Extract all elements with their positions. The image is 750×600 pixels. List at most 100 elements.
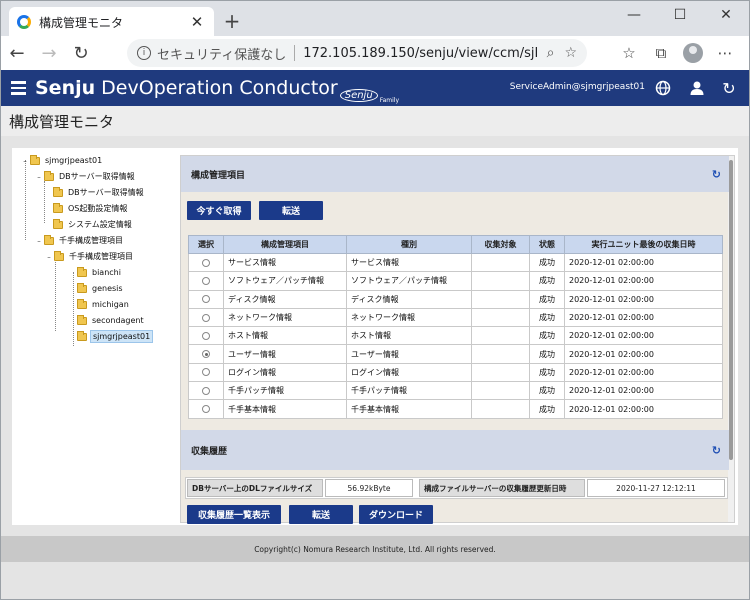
- tree-node-db-group[interactable]: – DBサーバー取得情報: [35, 170, 137, 183]
- target-cell: [471, 271, 530, 291]
- row-radio-button[interactable]: [202, 331, 210, 340]
- history-list-button[interactable]: 収集履歴一覧表示: [187, 505, 281, 524]
- back-icon[interactable]: ←: [1, 39, 33, 67]
- folder-icon: [53, 186, 63, 197]
- status-cell: 成功: [529, 362, 565, 383]
- copyright-text: Copyright(c) Nomura Research Institute, …: [254, 544, 496, 554]
- minimize-icon[interactable]: —: [611, 1, 657, 29]
- refresh-icon[interactable]: ↻: [712, 444, 721, 457]
- tree-node-root[interactable]: – sjmgrjpeast01: [21, 154, 104, 167]
- collapse-icon[interactable]: –: [35, 237, 43, 245]
- row-radio-button[interactable]: [202, 350, 210, 359]
- table-row[interactable]: サービス情報 サービス情報 成功 2020-12-01 02:00:00: [188, 252, 723, 273]
- address-bar[interactable]: i セキュリティ保護なし 172.105.189.150/senju/view/…: [127, 39, 587, 67]
- brand-family: Family: [379, 97, 399, 104]
- chrome-favicon-icon: [17, 15, 31, 29]
- row-radio-button[interactable]: [202, 405, 210, 414]
- tree-node-host[interactable]: bianchi: [77, 266, 123, 279]
- refresh-icon[interactable]: ↻: [719, 78, 739, 98]
- tree-node-manual-group[interactable]: – 千手構成管理項目: [35, 234, 125, 247]
- maximize-icon[interactable]: ☐: [657, 1, 703, 29]
- table-row[interactable]: ログイン情報 ログイン情報 成功 2020-12-01 02:00:00: [188, 362, 723, 383]
- tree-node-host[interactable]: genesis: [77, 282, 125, 295]
- table-row[interactable]: 千手パッチ情報 千手パッチ情報 成功 2020-12-01 02:00:00: [188, 381, 723, 401]
- update-date-label: 構成ファイルサーバーの収集履歴更新日時: [419, 479, 585, 497]
- security-label: セキュリティ保護なし: [157, 47, 287, 63]
- globe-icon[interactable]: [653, 78, 673, 98]
- tree-node-manual-sub[interactable]: – 千手構成管理項目: [45, 250, 135, 263]
- tab-close-icon[interactable]: ✕: [188, 13, 206, 31]
- collapse-icon[interactable]: –: [45, 253, 53, 261]
- url-text[interactable]: 172.105.189.150/senju/view/ccm/sjI...: [303, 46, 536, 61]
- profile-avatar[interactable]: [677, 40, 709, 66]
- type-cell: ユーザー情報: [346, 344, 472, 364]
- item-cell: ユーザー情報: [223, 344, 347, 364]
- new-tab-icon[interactable]: +: [221, 9, 243, 33]
- download-button[interactable]: ダウンロード: [359, 505, 433, 524]
- collections-icon[interactable]: ⧉: [645, 40, 677, 66]
- scrollbar-thumb[interactable]: [729, 160, 733, 460]
- date-cell: 2020-12-01 02:00:00: [564, 289, 723, 309]
- favorites-icon[interactable]: ☆: [613, 40, 645, 66]
- zoom-icon[interactable]: ⌕: [547, 45, 555, 61]
- forward-icon[interactable]: →: [33, 39, 65, 67]
- type-cell: ソフトウェア／パッチ情報: [346, 271, 472, 291]
- divider: [294, 45, 296, 61]
- table-row[interactable]: ネットワーク情報 ネットワーク情報 成功 2020-12-01 02:00:00: [188, 307, 723, 328]
- row-radio-button[interactable]: [202, 368, 210, 377]
- hamburger-menu-icon[interactable]: [1, 70, 35, 106]
- update-date-value: 2020-11-27 12:12:11: [587, 479, 725, 497]
- history-info-row: DBサーバー上のDLファイルサイズ 56.92kByte 構成ファイルサーバーの…: [185, 477, 728, 499]
- page-body: – sjmgrjpeast01 – DBサーバー取得情報 DBサーバー取得情報 …: [0, 136, 750, 536]
- row-radio-button[interactable]: [202, 313, 210, 322]
- select-cell: [188, 289, 224, 309]
- browser-tab[interactable]: 構成管理モニタ ✕: [9, 7, 214, 37]
- select-cell: [188, 252, 224, 273]
- target-cell: [471, 307, 530, 328]
- row-radio-button[interactable]: [202, 276, 210, 285]
- dl-size-label: DBサーバー上のDLファイルサイズ: [187, 479, 323, 497]
- table-row[interactable]: ホスト情報 ホスト情報 成功 2020-12-01 02:00:00: [188, 326, 723, 346]
- user-icon[interactable]: [687, 78, 707, 98]
- browser-toolbar: ← → ↻ i セキュリティ保護なし 172.105.189.150/senju…: [0, 36, 750, 70]
- history-transfer-button[interactable]: 転送: [289, 505, 353, 524]
- tree-node-host[interactable]: secondagent: [77, 314, 146, 327]
- folder-icon: [77, 330, 87, 341]
- row-radio-button[interactable]: [202, 295, 210, 304]
- item-cell: ネットワーク情報: [223, 307, 347, 328]
- tree-node-host[interactable]: michigan: [77, 298, 131, 311]
- info-icon[interactable]: i: [137, 46, 151, 60]
- item-cell: ログイン情報: [223, 362, 347, 383]
- window-close-icon[interactable]: ✕: [703, 1, 749, 29]
- tab-title: 構成管理モニタ: [39, 15, 124, 30]
- refresh-icon[interactable]: ↻: [712, 168, 721, 181]
- folder-icon: [44, 234, 54, 245]
- collapse-icon[interactable]: –: [21, 157, 29, 165]
- folder-icon: [77, 298, 87, 309]
- row-radio-button[interactable]: [202, 258, 210, 267]
- tree-node-host-selected[interactable]: sjmgrjpeast01: [77, 330, 154, 343]
- transfer-button[interactable]: 転送: [259, 201, 323, 220]
- browser-tools: ☆ ⧉ ⋯: [613, 40, 741, 66]
- tree-node-db-item[interactable]: OS起動設定情報: [53, 202, 129, 215]
- more-menu-icon[interactable]: ⋯: [709, 40, 741, 66]
- item-cell: 千手パッチ情報: [223, 381, 347, 401]
- select-cell: [188, 271, 224, 291]
- tree-node-db-item[interactable]: システム設定情報: [53, 218, 134, 231]
- favorite-star-icon[interactable]: ☆: [564, 45, 577, 61]
- status-cell: 成功: [529, 326, 565, 346]
- reload-icon[interactable]: ↻: [65, 39, 97, 67]
- table-row[interactable]: 千手基本情報 千手基本情報 成功 2020-12-01 02:00:00: [188, 399, 723, 419]
- collect-now-button[interactable]: 今すぐ取得: [187, 201, 251, 220]
- window-controls: — ☐ ✕: [611, 1, 749, 31]
- row-radio-button[interactable]: [202, 386, 210, 395]
- date-cell: 2020-12-01 02:00:00: [564, 344, 723, 364]
- tree-node-db-item[interactable]: DBサーバー取得情報: [53, 186, 146, 199]
- user-name[interactable]: ServiceAdmin@sjmgrjpeast01: [510, 82, 645, 92]
- collapse-icon[interactable]: –: [35, 173, 43, 181]
- type-cell: サービス情報: [346, 252, 472, 273]
- table-row[interactable]: ディスク情報 ディスク情報 成功 2020-12-01 02:00:00: [188, 289, 723, 309]
- table-row[interactable]: ユーザー情報 ユーザー情報 成功 2020-12-01 02:00:00: [188, 344, 723, 364]
- table-row[interactable]: ソフトウェア／パッチ情報 ソフトウェア／パッチ情報 成功 2020-12-01 02:…: [188, 271, 723, 291]
- type-cell: 千手パッチ情報: [346, 381, 472, 401]
